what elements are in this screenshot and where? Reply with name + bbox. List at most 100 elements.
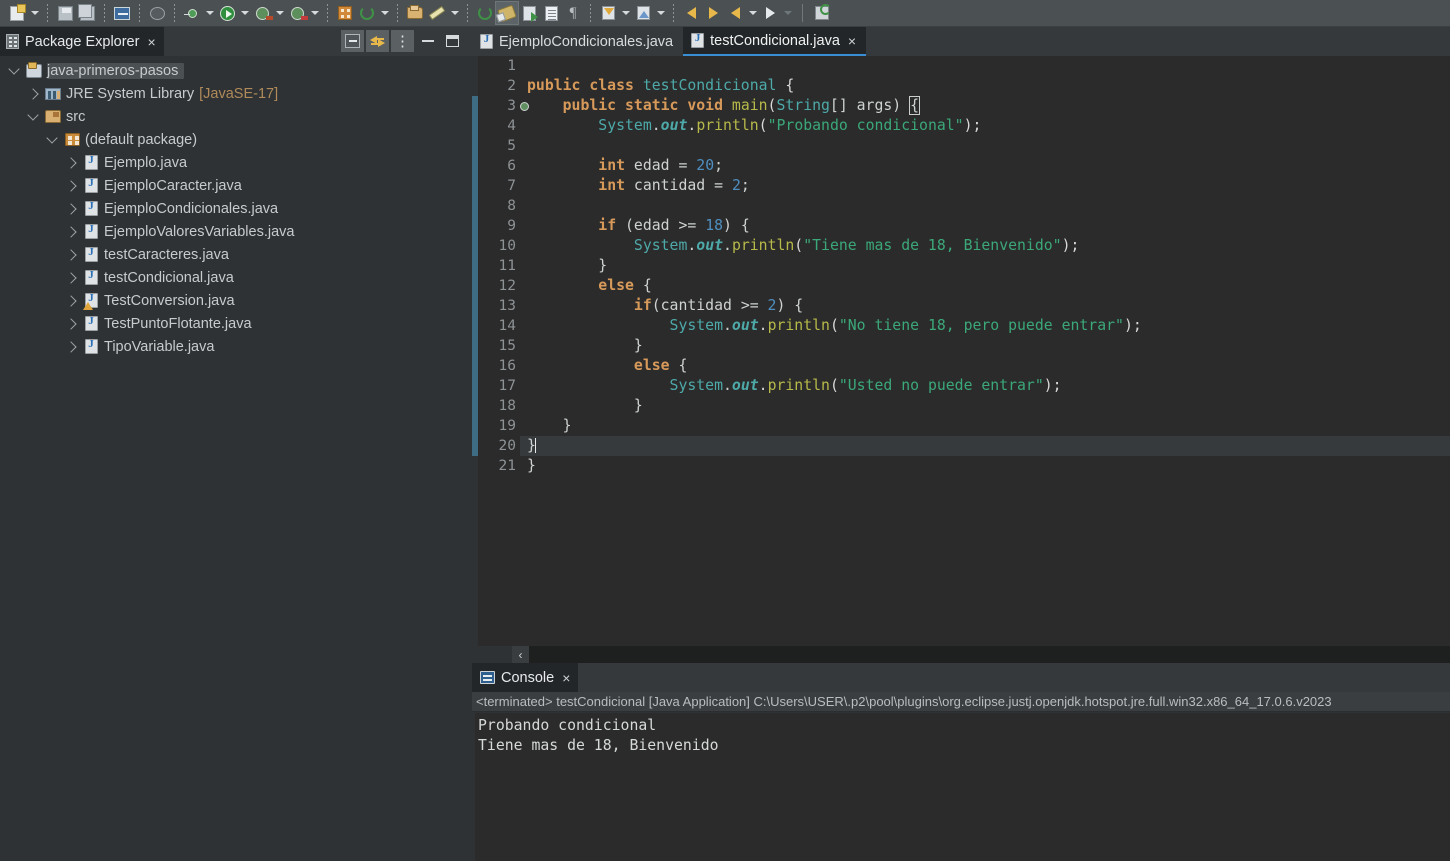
editor-tab-testcondicional-java[interactable]: testCondicional.java × — [683, 27, 867, 56]
run-external-tools-icon[interactable] — [251, 2, 273, 24]
next-annotation-icon[interactable] — [518, 2, 540, 24]
tree-item-testconversion-java[interactable]: TestConversion.java — [0, 289, 472, 312]
chevron-down-icon[interactable] — [238, 2, 251, 24]
chevron-down-icon[interactable] — [308, 2, 321, 24]
save-icon[interactable] — [54, 2, 76, 24]
code-token: "Tiene mas de 18, Bienvenido" — [803, 237, 1062, 254]
save-all-icon[interactable] — [76, 2, 98, 24]
open-task-icon[interactable] — [426, 2, 448, 24]
next-edit-location-icon[interactable] — [759, 2, 781, 24]
chevron-right-icon[interactable] — [61, 225, 81, 238]
editor-body: 1 2 3 4 5 6 7 8 9 10 11 12 13 14 15 16 17 18 19 20 21 public… — [472, 56, 1450, 663]
close-icon[interactable]: × — [147, 35, 155, 49]
editor-tab-row: EjemploCondicionales.java testCondicional… — [472, 27, 1450, 56]
tree-item-ejemplocaracter-java[interactable]: EjemploCaracter.java — [0, 174, 472, 197]
maximize-view-button[interactable] — [441, 30, 464, 52]
link-with-editor-button[interactable] — [366, 30, 389, 52]
package-explorer-tab-label: Package Explorer — [25, 33, 140, 50]
tree-item-testpuntoflotante-java[interactable]: TestPuntoFlotante.java — [0, 312, 472, 335]
tab-console[interactable]: Console × — [472, 663, 579, 692]
code-token: ( — [829, 377, 839, 394]
toolbar-group — [144, 2, 170, 25]
chevron-right-icon[interactable] — [23, 87, 43, 100]
chevron-right-icon[interactable] — [61, 248, 81, 261]
tree-item-ejemplocondicionales-java[interactable]: EjemploCondicionales.java — [0, 197, 472, 220]
close-icon[interactable]: × — [562, 671, 570, 685]
code-text-area[interactable]: public class testCondicional { public st… — [520, 56, 1450, 663]
coverage-icon[interactable] — [286, 2, 308, 24]
run-icon[interactable] — [216, 2, 238, 24]
search-icon[interactable] — [474, 2, 496, 24]
previous-annotation-up-icon[interactable] — [632, 2, 654, 24]
chevron-down-icon[interactable] — [378, 2, 391, 24]
skip-breakpoints-icon[interactable] — [146, 2, 168, 24]
editor-horizontal-scrollbar[interactable]: ‹ — [512, 646, 1450, 663]
chevron-right-icon[interactable] — [61, 340, 81, 353]
tree-item-java-primeros-pasos[interactable]: java-primeros-pasos — [0, 59, 472, 82]
chevron-down-icon[interactable] — [619, 2, 632, 24]
chevron-down-icon[interactable] — [654, 2, 667, 24]
new-java-project-icon[interactable] — [334, 2, 356, 24]
view-menu-button[interactable]: ⋮ — [391, 30, 414, 52]
code-token: ; — [714, 157, 724, 174]
tree-item-ejemplo-java[interactable]: Ejemplo.java — [0, 151, 472, 174]
console-output[interactable]: Probando condicional Tiene mas de 18, Bie… — [475, 713, 1450, 861]
open-perspective-icon[interactable] — [811, 2, 833, 24]
tree-item-jre-system-library[interactable]: JRE System Library [JavaSE-17] — [0, 82, 472, 105]
scroll-left-arrow-icon[interactable]: ‹ — [512, 646, 529, 663]
chevron-down-icon[interactable] — [781, 2, 794, 24]
chevron-down-icon[interactable] — [203, 2, 216, 24]
tree-item-ejemplovaloresvariables-java[interactable]: EjemploValoresVariables.java — [0, 220, 472, 243]
show-whitespace-icon[interactable] — [540, 2, 562, 24]
java-file-icon — [84, 200, 98, 216]
tree-item--default-package-[interactable]: (default package) — [0, 128, 472, 151]
code-line: } — [520, 396, 1450, 416]
next-annotation-down-icon[interactable] — [597, 2, 619, 24]
code-token: "Probando condicional" — [767, 117, 964, 134]
chevron-down-icon[interactable] — [28, 2, 41, 24]
package-explorer-tree[interactable]: java-primeros-pasos JRE System Library [Ja… — [0, 56, 472, 358]
chevron-down-icon[interactable] — [23, 109, 43, 122]
collapse-all-button[interactable] — [341, 30, 364, 52]
source-folder-icon — [45, 110, 61, 123]
minimize-view-button[interactable] — [416, 30, 439, 52]
toggle-block-selection-icon[interactable]: ¶ — [562, 2, 584, 24]
chevron-down-icon[interactable] — [42, 132, 62, 145]
previous-edit-location-icon[interactable] — [724, 2, 746, 24]
chevron-right-icon[interactable] — [61, 271, 81, 284]
tree-item-tipovariable-java[interactable]: TipoVariable.java — [0, 335, 472, 358]
toggle-mark-occurrences-icon[interactable] — [495, 1, 519, 25]
line-number: 12 — [498, 278, 516, 294]
close-icon[interactable]: × — [848, 34, 856, 48]
chevron-down-icon[interactable] — [448, 2, 461, 24]
tree-item-testcondicional-java[interactable]: testCondicional.java — [0, 266, 472, 289]
forward-history-icon[interactable] — [702, 2, 724, 24]
tree-item-testcaracteres-java[interactable]: testCaracteres.java — [0, 243, 472, 266]
new-java-class-icon[interactable] — [111, 2, 133, 24]
java-file-icon — [84, 246, 98, 262]
back-history-icon[interactable] — [680, 2, 702, 24]
chevron-right-icon[interactable] — [61, 156, 81, 169]
debug-icon[interactable] — [181, 2, 203, 24]
code-token: int — [598, 157, 634, 174]
minimize-icon — [421, 40, 434, 42]
tab-package-explorer[interactable]: Package Explorer × — [0, 27, 164, 56]
chevron-right-icon[interactable] — [61, 202, 81, 215]
code-line: if (edad >= 18) { — [520, 216, 1450, 236]
chevron-right-icon[interactable] — [61, 179, 81, 192]
chevron-right-icon[interactable] — [61, 317, 81, 330]
new-wizard-icon[interactable] — [6, 2, 28, 24]
chevron-down-icon[interactable] — [273, 2, 286, 24]
refresh-icon[interactable] — [356, 2, 378, 24]
editor-tab-ejemplocondicionales-java[interactable]: EjemploCondicionales.java — [472, 27, 683, 56]
open-type-icon[interactable] — [404, 2, 426, 24]
code-token: 20 — [696, 157, 715, 174]
code-token: out — [731, 377, 759, 394]
tree-item-src[interactable]: src — [0, 105, 472, 128]
chevron-right-icon[interactable] — [61, 294, 81, 307]
chevron-down-icon[interactable] — [4, 63, 24, 76]
chevron-down-icon[interactable] — [746, 2, 759, 24]
